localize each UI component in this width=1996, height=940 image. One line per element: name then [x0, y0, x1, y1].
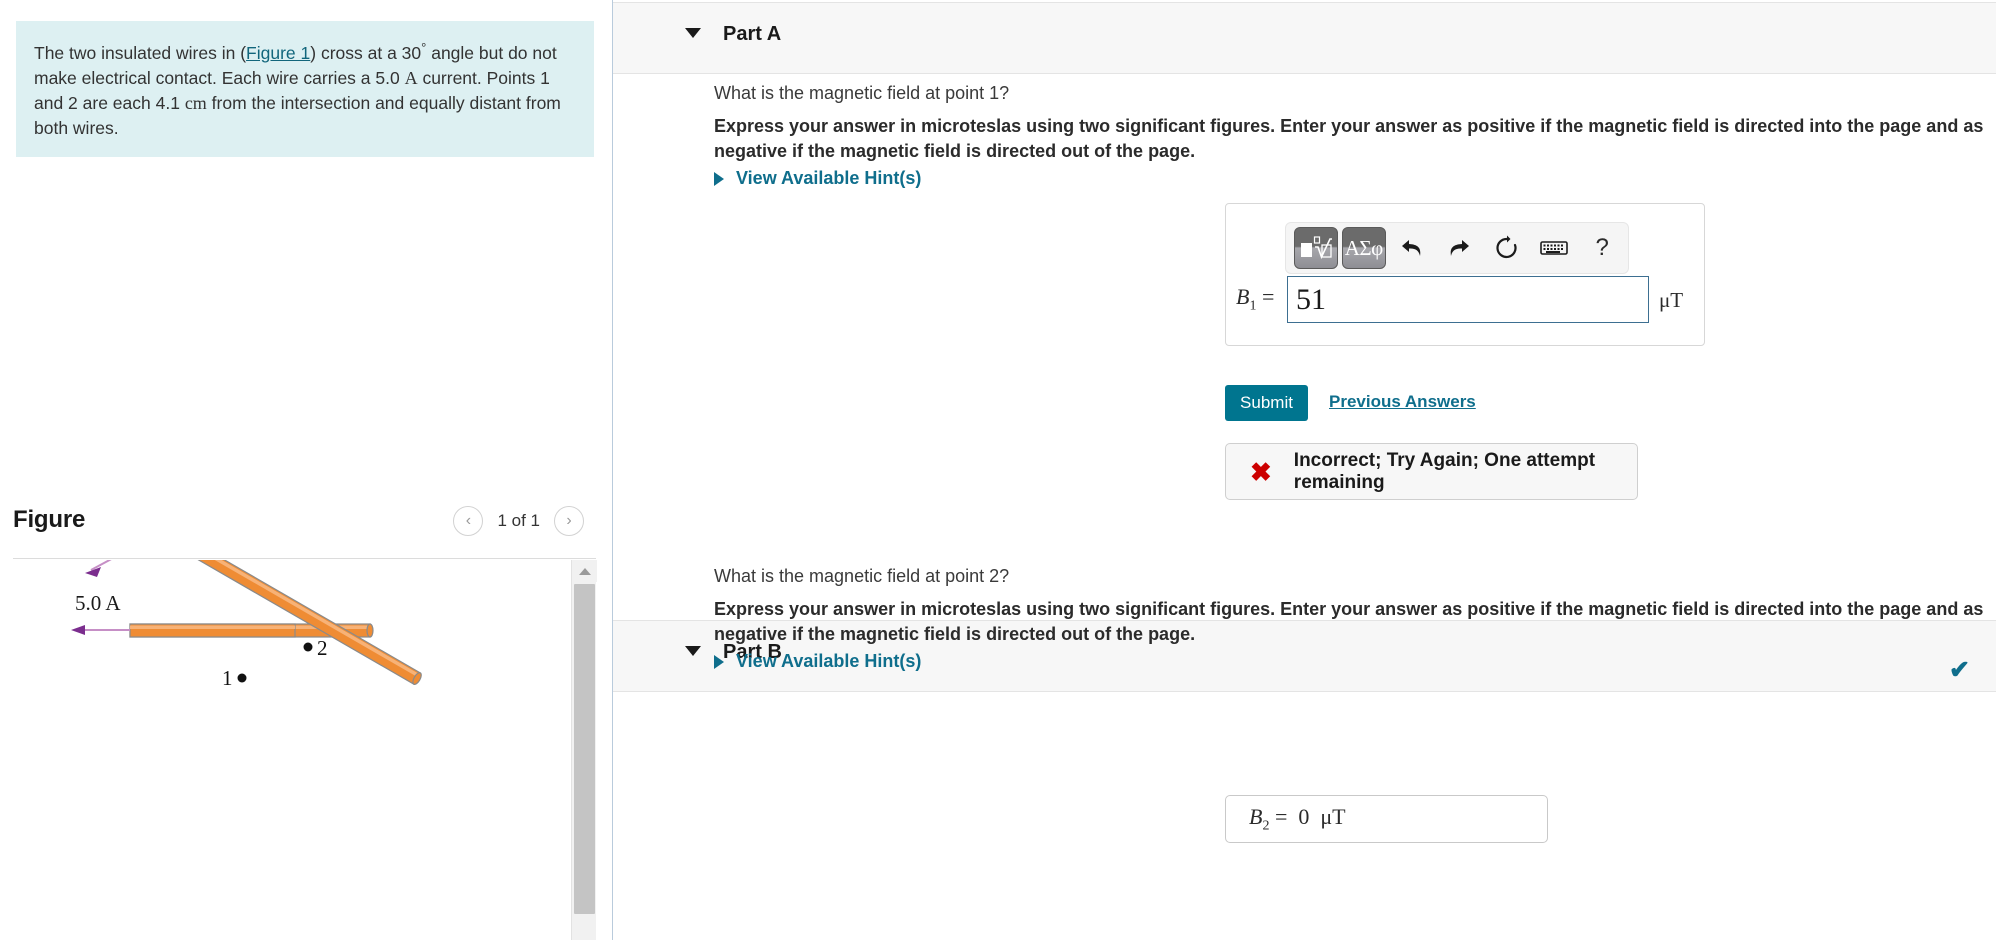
right-panel: Part A What is the magnetic field at poi… [613, 0, 1996, 940]
part-a-hints-link[interactable]: View Available Hint(s) [714, 168, 921, 189]
part-a-instructions: Express your answer in microteslas using… [714, 116, 1984, 161]
figure-divider [13, 558, 596, 559]
part-a-header[interactable]: Part A [613, 2, 1996, 74]
figure-scrollbar[interactable] [571, 560, 597, 940]
help-icon[interactable]: ? [1580, 227, 1624, 269]
diagonal-wire [179, 560, 422, 686]
part-b-answer-text: B2 = 0 μT [1249, 804, 1346, 834]
greek-symbols-label: ΑΣφ [1344, 235, 1384, 260]
current-label-left: 5.0 A [75, 591, 121, 615]
collapse-caret-icon[interactable] [685, 28, 701, 38]
problem-text-part2: ) cross at a 30 [310, 42, 422, 63]
part-b-question: What is the magnetic field at point 2? [714, 566, 1010, 586]
expand-triangle-icon [714, 654, 724, 669]
equals-sign: = [1261, 284, 1275, 309]
part-a-feedback: ✖ Incorrect; Try Again; One attempt rema… [1225, 443, 1638, 500]
part-b-answer-value: 0 [1298, 803, 1310, 829]
left-panel: The two insulated wires in (Figure 1) cr… [0, 0, 613, 940]
variable-b: B [1249, 803, 1263, 829]
problem-text-part1: The two insulated wires in ( [34, 42, 247, 63]
correct-check-icon: ✔ [1949, 656, 1970, 684]
scrollbar-thumb[interactable] [574, 584, 595, 914]
part-a-answer-input[interactable] [1287, 276, 1649, 323]
redo-icon[interactable] [1437, 227, 1481, 269]
horizontal-wire-overlap [129, 623, 296, 638]
point-1-label: 1 [222, 666, 233, 690]
part-b-hints-label: View Available Hint(s) [736, 651, 922, 671]
current-arrow-left [71, 625, 130, 635]
part-a-variable-label: B1 = [1236, 284, 1274, 314]
part-a-unit-label: μT [1659, 288, 1684, 312]
template-icon[interactable] [1294, 227, 1338, 269]
unit-centimeter: cm [184, 92, 207, 113]
greek-symbols-icon[interactable]: ΑΣφ [1341, 227, 1386, 269]
equals-sign: = [1274, 803, 1288, 829]
part-b-answer-box: B2 = 0 μT [1225, 795, 1548, 843]
figure-counter: 1 of 1 [497, 511, 540, 530]
unit-ampere: A [404, 67, 418, 88]
math-toolbar: ΑΣφ ? [1285, 222, 1629, 274]
wires-diagram: 5.0 A 5.0 A 2 1 [71, 560, 422, 690]
point-2-label: 2 [317, 636, 328, 660]
part-b-unit-label: μT [1320, 803, 1346, 829]
point-2-marker [303, 642, 313, 652]
part-a-label: Part A [723, 23, 782, 45]
part-a-question: What is the magnetic field at point 1? [714, 83, 1010, 103]
feedback-text: Incorrect; Try Again; One attempt remain… [1293, 449, 1596, 493]
part-a-answer-box: ΑΣφ ? B1 = 51 μT [1225, 203, 1705, 346]
collapse-caret-icon[interactable] [685, 646, 701, 656]
keyboard-icon[interactable] [1533, 227, 1577, 269]
figure-header: Figure ‹ 1 of 1 › [0, 500, 600, 552]
reset-icon[interactable] [1485, 227, 1529, 269]
problem-page: The two insulated wires in (Figure 1) cr… [0, 0, 1996, 940]
figure-prev-button[interactable]: ‹ [453, 506, 484, 536]
expand-triangle-icon [714, 171, 724, 186]
submit-button[interactable]: Submit [1225, 385, 1308, 421]
figure-title: Figure [13, 506, 86, 533]
figure-navigation: ‹ 1 of 1 › [453, 506, 584, 536]
figure-next-button[interactable]: › [554, 506, 584, 536]
point-1-marker [237, 673, 247, 683]
problem-statement: The two insulated wires in (Figure 1) cr… [16, 21, 594, 157]
previous-answers-link[interactable]: Previous Answers [1329, 392, 1476, 412]
variable-subscript: 2 [1262, 818, 1270, 834]
part-b-instructions: Express your answer in microteslas using… [714, 599, 1984, 644]
figure-1-link[interactable]: Figure 1 [246, 43, 310, 63]
figure-viewport: 5.0 A 5.0 A 2 1 [13, 560, 596, 940]
variable-subscript: 1 [1249, 298, 1257, 314]
variable-b: B [1236, 284, 1250, 309]
scroll-up-arrow-icon[interactable] [572, 560, 597, 582]
part-b-hints-link[interactable]: View Available Hint(s) [714, 651, 921, 672]
current-arrow-top [85, 560, 112, 577]
part-a-hints-label: View Available Hint(s) [736, 168, 922, 188]
undo-icon[interactable] [1390, 227, 1434, 269]
incorrect-x-icon: ✖ [1250, 456, 1272, 487]
